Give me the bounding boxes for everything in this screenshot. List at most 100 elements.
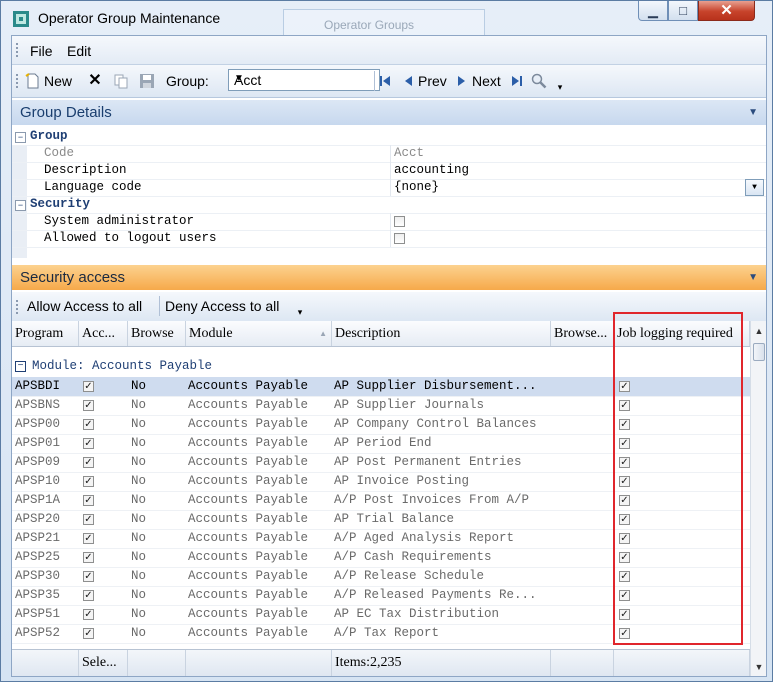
cell-description: AP Trial Balance <box>334 512 455 526</box>
col-access[interactable]: Acc... <box>79 321 128 346</box>
cell-description: A/P Release Schedule <box>334 569 485 583</box>
group-details-header[interactable]: Group Details ▼ <box>12 100 766 125</box>
col-description[interactable]: Description <box>332 321 551 346</box>
delete-icon[interactable]: ✕ <box>87 73 103 89</box>
sysadmin-checkbox[interactable] <box>394 216 405 227</box>
save-icon[interactable] <box>139 73 155 89</box>
logout-users-label: Allowed to logout users <box>44 231 217 245</box>
sysadmin-row[interactable]: System administrator <box>12 213 766 231</box>
cell-description: AP Post Permanent Entries <box>334 455 522 469</box>
cell-description: AP Supplier Journals <box>334 398 485 412</box>
toolbar-overflow-icon[interactable]: ▾ <box>552 79 568 95</box>
cell-module: Accounts Payable <box>188 607 309 621</box>
minimize-button[interactable]: ▁ <box>638 1 668 21</box>
group-row-label: Module: Accounts Payable <box>32 359 213 373</box>
cell-browse: No <box>131 379 147 393</box>
cell-description: AP Invoice Posting <box>334 474 470 488</box>
search-icon[interactable] <box>531 73 547 89</box>
cell-module: Accounts Payable <box>188 531 309 545</box>
cell-browse: No <box>131 455 147 469</box>
cell-program: APSP00 <box>15 417 61 431</box>
new-button[interactable]: New <box>44 71 72 91</box>
security-access-header[interactable]: Security access ▼ <box>12 265 766 290</box>
scroll-thumb[interactable] <box>753 343 765 361</box>
menu-file[interactable]: File <box>30 43 53 59</box>
next-button[interactable]: Next <box>472 71 501 91</box>
cell-access-checkbox[interactable]: ✓ <box>83 590 94 601</box>
prev-button[interactable]: Prev <box>418 71 447 91</box>
cell-program: APSP21 <box>15 531 61 545</box>
cell-access-checkbox[interactable]: ✓ <box>83 609 94 620</box>
cell-access-checkbox[interactable]: ✓ <box>83 571 94 582</box>
collapse-chevron-icon[interactable]: ▼ <box>748 265 758 290</box>
cell-access-checkbox[interactable]: ✓ <box>83 514 94 525</box>
col-browse[interactable]: Browse <box>128 321 186 346</box>
menu-grip[interactable] <box>16 43 20 57</box>
close-button[interactable]: ✕ <box>698 1 755 21</box>
cell-access-checkbox[interactable]: ✓ <box>83 476 94 487</box>
col-module[interactable]: Module ▲ <box>186 321 332 346</box>
col-browse2[interactable]: Browse... <box>551 321 614 346</box>
next-arrow-icon[interactable] <box>453 73 469 89</box>
language-code-row[interactable]: Language code {none} ▼ <box>12 179 766 197</box>
cell-browse: No <box>131 436 147 450</box>
cell-access-checkbox[interactable]: ✓ <box>83 533 94 544</box>
new-document-icon[interactable] <box>25 73 41 89</box>
collapse-icon[interactable]: − <box>15 361 26 372</box>
cell-browse: No <box>131 417 147 431</box>
language-code-select[interactable]: {none} <box>394 180 439 194</box>
footer-cell <box>551 650 614 676</box>
deny-access-all-button[interactable]: Deny Access to all <box>165 298 279 314</box>
cell-access-checkbox[interactable]: ✓ <box>83 628 94 639</box>
main-window: Operator Group Maintenance Operator Grou… <box>0 0 773 682</box>
allow-access-all-button[interactable]: Allow Access to all <box>27 298 142 314</box>
cell-access-checkbox[interactable]: ✓ <box>83 495 94 506</box>
category-group[interactable]: − Group <box>12 128 766 146</box>
group-combo[interactable]: Acct ▼ <box>228 69 380 91</box>
logout-users-checkbox[interactable] <box>394 233 405 244</box>
cell-program: APSBDI <box>15 379 61 393</box>
cell-access-checkbox[interactable]: ✓ <box>83 381 94 392</box>
chevron-down-icon[interactable]: ▼ <box>745 179 764 196</box>
cell-browse: No <box>131 626 147 640</box>
cell-access-checkbox[interactable]: ✓ <box>83 400 94 411</box>
cell-program: APSP09 <box>15 455 61 469</box>
title-bar[interactable]: Operator Group Maintenance Operator Grou… <box>1 1 772 40</box>
cell-description: A/P Tax Report <box>334 626 440 640</box>
logout-users-row[interactable]: Allowed to logout users <box>12 230 766 248</box>
description-row[interactable]: Description accounting <box>12 162 766 180</box>
cell-access-checkbox[interactable]: ✓ <box>83 438 94 449</box>
background-window-title: Operator Groups <box>324 18 415 32</box>
category-security-label: Security <box>30 197 91 211</box>
collapse-chevron-icon[interactable]: ▼ <box>748 100 758 125</box>
cell-access-checkbox[interactable]: ✓ <box>83 552 94 563</box>
last-record-icon[interactable] <box>509 73 525 89</box>
scroll-down-icon[interactable]: ▼ <box>751 659 766 675</box>
language-code-label: Language code <box>44 180 142 194</box>
copy-icon[interactable] <box>113 73 129 89</box>
cell-description: A/P Post Invoices From A/P <box>334 493 530 507</box>
category-security[interactable]: − Security <box>12 196 766 214</box>
maximize-button[interactable]: □ <box>668 1 698 21</box>
toolbar-grip[interactable] <box>16 300 20 314</box>
cell-access-checkbox[interactable]: ✓ <box>83 457 94 468</box>
cell-module: Accounts Payable <box>188 512 309 526</box>
cell-description: A/P Released Payments Re... <box>334 588 537 602</box>
cell-access-checkbox[interactable]: ✓ <box>83 419 94 430</box>
toolbar-overflow-icon[interactable]: ▾ <box>292 304 308 320</box>
collapse-icon[interactable]: − <box>15 200 26 211</box>
cell-program: APSP20 <box>15 512 61 526</box>
col-module-label: Module <box>189 326 233 341</box>
menu-edit[interactable]: Edit <box>67 43 91 59</box>
first-record-icon[interactable] <box>377 73 393 89</box>
prev-arrow-icon[interactable] <box>401 73 417 89</box>
toolbar-grip[interactable] <box>16 74 20 88</box>
scroll-up-icon[interactable]: ▲ <box>751 323 766 339</box>
collapse-icon[interactable]: − <box>15 132 26 143</box>
toolbar-separator <box>159 296 160 316</box>
vertical-scrollbar[interactable]: ▲ ▼ <box>750 321 766 676</box>
description-input[interactable]: accounting <box>394 163 469 177</box>
code-row[interactable]: Code Acct <box>12 145 766 163</box>
chevron-down-icon[interactable]: ▼ <box>234 73 376 84</box>
col-program[interactable]: Program <box>12 321 79 346</box>
